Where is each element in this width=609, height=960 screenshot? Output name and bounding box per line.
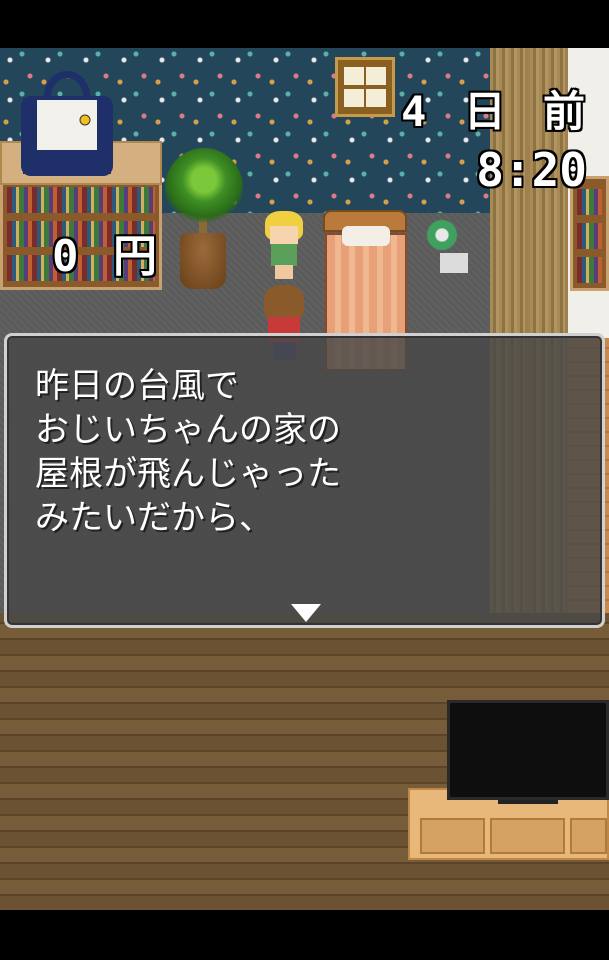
money-label: 0 円 bbox=[52, 231, 161, 282]
girl-character-legs bbox=[275, 265, 293, 279]
window bbox=[335, 57, 395, 117]
player-character-hair bbox=[264, 285, 304, 321]
girl-character bbox=[271, 244, 297, 266]
days-remaining-label: 4 日 前 bbox=[401, 87, 591, 136]
clock-label: 8:20 bbox=[476, 143, 587, 197]
pillow bbox=[342, 226, 390, 246]
message-window[interactable]: 昨日の台風で おじいちゃんの家の 屋根が飛んじゃった みたいだから、 bbox=[4, 333, 605, 628]
nightstand bbox=[440, 253, 468, 273]
dialog-text: 昨日の台風で おじいちゃんの家の 屋根が飛んじゃった みたいだから、 bbox=[35, 366, 341, 538]
toy-figure bbox=[425, 218, 459, 252]
game-screen[interactable]: 4 日 前 8:20 0 円 昨日の台風で おじいちゃんの家の 屋根が飛んじゃっ… bbox=[0, 48, 609, 910]
tote-bag-icon[interactable] bbox=[19, 58, 115, 178]
potted-plant bbox=[165, 148, 243, 228]
girl-character-face bbox=[270, 226, 298, 244]
television bbox=[447, 700, 609, 800]
triangle-down-icon[interactable] bbox=[291, 604, 321, 622]
plant-pot bbox=[180, 233, 226, 289]
